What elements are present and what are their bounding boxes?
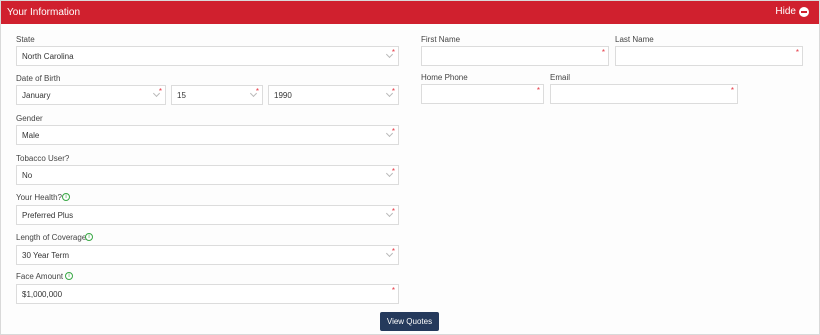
health-select[interactable]: Preferred Plus * [16,205,399,225]
state-label: State [16,35,35,44]
required-marker: * [795,48,799,57]
info-icon[interactable]: i [65,272,73,280]
dob-year-select[interactable]: 1990 * [268,85,399,105]
state-value: North Carolina [22,52,74,61]
hide-toggle[interactable]: Hide [775,6,809,17]
dob-month-select[interactable]: January * [16,85,166,105]
panel-header: Your Information Hide [1,1,819,24]
coverage-select[interactable]: 30 Year Term * [16,245,399,265]
required-marker: * [391,286,395,295]
view-quotes-button[interactable]: View Quotes [380,312,439,331]
gender-select[interactable]: Male * [16,125,399,145]
required-marker: * [391,87,395,96]
last-name-input[interactable]: * [615,46,803,66]
first-name-label: First Name [421,35,461,44]
dob-year-value: 1990 [274,91,292,100]
email-label: Email [550,73,571,82]
required-marker: * [391,247,395,256]
dob-day-value: 15 [177,91,186,100]
health-label: Your Health? [16,193,62,202]
face-amount-value: $1,000,000 [22,290,63,299]
hide-label: Hide [775,6,796,17]
required-marker: * [601,48,605,57]
home-phone-label: Home Phone [421,73,468,82]
health-value: Preferred Plus [22,211,74,220]
last-name-label: Last Name [615,35,654,44]
required-marker: * [391,48,395,57]
email-input[interactable]: * [550,84,738,104]
required-marker: * [730,86,734,95]
tobacco-select[interactable]: No * [16,165,399,185]
face-amount-input[interactable]: $1,000,000 * [16,284,399,304]
required-marker: * [255,87,259,96]
minus-circle-icon [799,6,809,17]
coverage-value: 30 Year Term [22,251,69,260]
state-select[interactable]: North Carolina * [16,46,399,66]
your-information-panel: Your Information Hide State North Caroli… [0,0,820,335]
gender-label: Gender [16,114,43,123]
info-icon[interactable]: i [85,233,93,241]
dob-label: Date of Birth [16,74,61,83]
dob-month-value: January [22,91,51,100]
gender-value: Male [22,131,40,140]
info-icon[interactable]: i [62,193,70,201]
tobacco-label: Tobacco User? [16,154,70,163]
required-marker: * [158,87,162,96]
tobacco-value: No [22,171,33,180]
coverage-label: Length of Coverage [16,233,87,242]
required-marker: * [536,86,540,95]
home-phone-input[interactable]: * [421,84,544,104]
panel-title: Your Information [7,7,81,18]
required-marker: * [391,167,395,176]
first-name-input[interactable]: * [421,46,609,66]
dob-day-select[interactable]: 15 * [171,85,263,105]
required-marker: * [391,127,395,136]
required-marker: * [391,207,395,216]
face-amount-label: Face Amount [16,272,64,281]
